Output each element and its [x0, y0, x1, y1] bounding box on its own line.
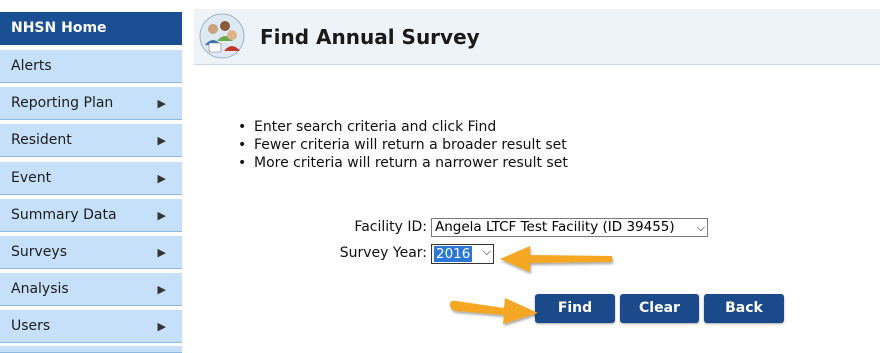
chevron-right-icon: ▶	[157, 134, 166, 147]
nav-item-partial	[0, 346, 182, 353]
chevron-right-icon: ▶	[157, 320, 166, 333]
nav-item-label: Alerts	[11, 58, 52, 74]
page-title: Find Annual Survey	[260, 25, 480, 49]
sidebar: NHSN Home Alerts Reporting Plan ▶ Reside…	[0, 0, 182, 353]
chevron-right-icon: ▶	[157, 172, 166, 185]
annotation-arrow-icon	[450, 298, 538, 324]
instruction-text: Enter search criteria and click Find	[254, 119, 497, 135]
find-button[interactable]: Find	[535, 294, 615, 323]
nav-item-resident[interactable]: Resident ▶	[0, 124, 182, 157]
chevron-down-icon: ⌵	[696, 221, 705, 234]
nav-item-label: Summary Data	[11, 207, 117, 223]
nav-item-event[interactable]: Event ▶	[0, 162, 182, 195]
nav-item-label: Users	[11, 318, 51, 334]
nav-item-users[interactable]: Users ▶	[0, 310, 182, 343]
nav-item-label: Resident	[11, 132, 72, 148]
nav-item-label: Surveys	[11, 244, 67, 260]
survey-year-value: 2016	[434, 246, 473, 262]
chevron-right-icon: ▶	[157, 209, 166, 222]
clear-button[interactable]: Clear	[620, 294, 699, 323]
instruction-text: More criteria will return a narrower res…	[254, 155, 568, 171]
nav-item-label: NHSN Home	[11, 20, 107, 36]
nav-item-surveys[interactable]: Surveys ▶	[0, 236, 182, 269]
survey-year-select[interactable]: 2016 ⌵	[431, 244, 494, 264]
chevron-down-icon: ⌵	[482, 245, 491, 258]
annotation-arrow-icon	[500, 246, 612, 272]
facility-id-label: Facility ID:	[354, 219, 427, 235]
facility-id-select[interactable]: Angela LTCF Test Facility (ID 39455) ⌵	[431, 218, 708, 237]
instruction-text: Fewer criteria will return a broader res…	[254, 137, 567, 153]
chevron-right-icon: ▶	[157, 283, 166, 296]
instruction-item: • More criteria will return a narrower re…	[238, 155, 568, 171]
instruction-item: • Fewer criteria will return a broader re…	[238, 137, 567, 153]
nav-item-analysis[interactable]: Analysis ▶	[0, 273, 182, 306]
nav-item-summary-data[interactable]: Summary Data ▶	[0, 199, 182, 232]
nav-item-label: Analysis	[11, 281, 69, 297]
nav-item-label: Event	[11, 170, 52, 186]
nav-item-label: Reporting Plan	[11, 95, 114, 111]
nav-item-alerts[interactable]: Alerts	[0, 50, 182, 83]
chevron-right-icon: ▶	[157, 246, 166, 259]
survey-year-label: Survey Year:	[339, 245, 427, 261]
instruction-item: • Enter search criteria and click Find	[238, 119, 497, 135]
back-button[interactable]: Back	[704, 294, 784, 323]
nav-item-reporting-plan[interactable]: Reporting Plan ▶	[0, 87, 182, 120]
facility-id-value: Angela LTCF Test Facility (ID 39455)	[435, 219, 675, 235]
page-header: Find Annual Survey	[194, 9, 880, 65]
chevron-right-icon: ▶	[157, 97, 166, 110]
instruction-list: • Enter search criteria and click Find • F…	[236, 118, 568, 172]
people-group-icon	[199, 13, 245, 59]
nav-item-nhsn-home[interactable]: NHSN Home	[0, 12, 182, 45]
